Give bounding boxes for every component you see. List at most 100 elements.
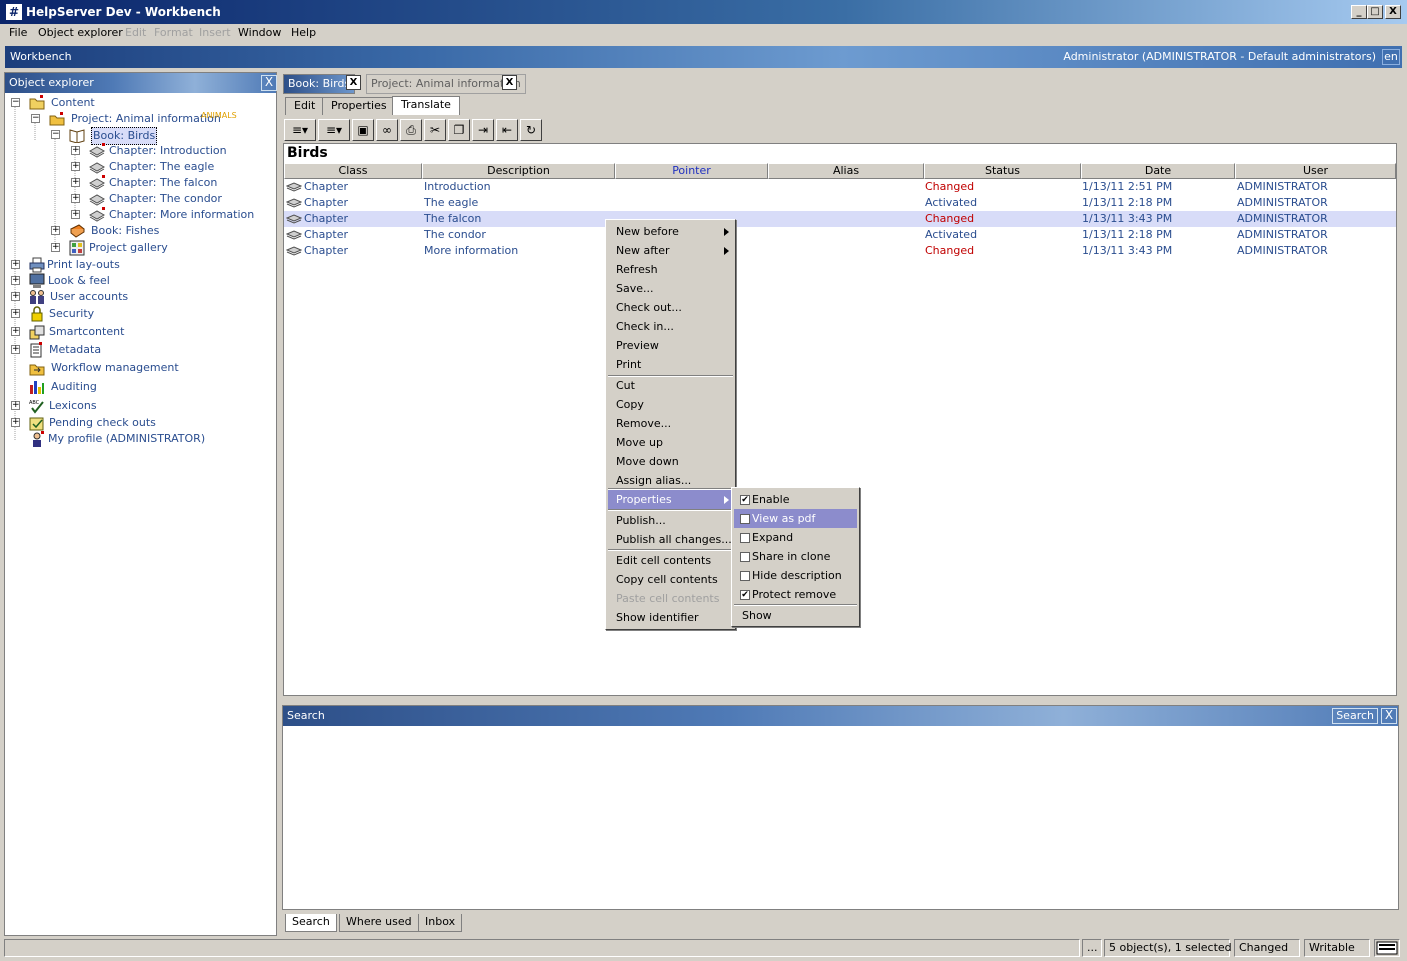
expand-icon[interactable]: + bbox=[11, 418, 20, 427]
submenu-item-expand[interactable]: Expand bbox=[734, 528, 857, 547]
tab-edit[interactable]: Edit bbox=[285, 97, 325, 115]
expand-icon[interactable]: + bbox=[51, 226, 60, 235]
outdent-button[interactable]: ⇤ bbox=[496, 119, 518, 141]
tree-node-project-gallery[interactable]: + Project gallery bbox=[51, 240, 271, 256]
language-button[interactable]: en bbox=[1382, 49, 1400, 65]
menu-item-move-up[interactable]: Move up bbox=[608, 433, 733, 452]
tree-node-workflow-management[interactable]: Workflow management bbox=[11, 360, 271, 376]
menu-item-edit-cell-contents[interactable]: Edit cell contents bbox=[608, 551, 733, 570]
tab-properties[interactable]: Properties bbox=[322, 97, 396, 115]
tree-node-chapter-the-falcon[interactable]: + Chapter: The falcon bbox=[71, 175, 271, 191]
tree-node-chapter-introduction[interactable]: + Chapter: Introduction bbox=[71, 143, 271, 159]
submenu-item-share-in-clone[interactable]: Share in clone bbox=[734, 547, 857, 566]
submenu-item-protect-remove[interactable]: ✔ Protect remove bbox=[734, 585, 857, 604]
menu-item-new-before[interactable]: New before bbox=[608, 222, 733, 241]
close-explorer-button[interactable]: X bbox=[261, 75, 277, 91]
table-row[interactable]: Chapter Introduction Changed 1/13/11 2:5… bbox=[284, 179, 1396, 195]
tree-node-print-layouts[interactable]: + Print lay-outs bbox=[11, 257, 271, 273]
collapse-icon[interactable]: − bbox=[31, 114, 40, 123]
menu-object-explorer[interactable]: Object explorer bbox=[38, 26, 123, 39]
table-row[interactable]: Chapter The eagle Activated 1/13/11 2:18… bbox=[284, 195, 1396, 211]
expand-icon[interactable]: + bbox=[71, 194, 80, 203]
table-row[interactable]: Chapter More information Changed 1/13/11… bbox=[284, 243, 1396, 259]
menu-item-refresh[interactable]: Refresh bbox=[608, 260, 733, 279]
menu-item-copy-cell-contents[interactable]: Copy cell contents bbox=[608, 570, 733, 589]
doc-tab-book-birds[interactable]: Book: Birds bbox=[283, 74, 356, 94]
expand-icon[interactable]: + bbox=[11, 292, 20, 301]
table-row[interactable]: Chapter The condor Activated 1/13/11 2:1… bbox=[284, 227, 1396, 243]
tree-node-chapter-the-eagle[interactable]: + Chapter: The eagle bbox=[71, 159, 271, 175]
tree-node-metadata[interactable]: + Metadata bbox=[11, 342, 271, 358]
menu-item-publish-all-changes[interactable]: Publish all changes... bbox=[608, 530, 733, 549]
close-window-button[interactable]: X bbox=[1385, 5, 1401, 19]
new-dropdown-button[interactable]: ≡▾ bbox=[284, 119, 316, 141]
column-header-user[interactable]: User bbox=[1235, 163, 1396, 179]
menu-window[interactable]: Window bbox=[238, 26, 281, 39]
close-tab-project-button[interactable]: X bbox=[502, 75, 517, 90]
expand-icon[interactable]: + bbox=[71, 146, 80, 155]
close-search-button[interactable]: X bbox=[1381, 708, 1397, 724]
menu-item-cut[interactable]: Cut bbox=[608, 376, 733, 395]
column-header-pointer[interactable]: Pointer bbox=[615, 163, 768, 179]
expand-icon[interactable]: + bbox=[71, 178, 80, 187]
bottom-tab-search[interactable]: Search bbox=[285, 914, 337, 932]
tree-node-book-birds[interactable]: − Book: Birds bbox=[51, 127, 271, 145]
menu-item-preview[interactable]: Preview bbox=[608, 336, 733, 355]
submenu-item-show[interactable]: Show bbox=[734, 606, 857, 625]
menu-item-check-in[interactable]: Check in... bbox=[608, 317, 733, 336]
submenu-item-view-as-pdf[interactable]: View as pdf bbox=[734, 509, 857, 528]
column-header-description[interactable]: Description bbox=[422, 163, 615, 179]
copy-button[interactable]: ❐ bbox=[448, 119, 470, 141]
refresh-button[interactable]: ↻ bbox=[520, 119, 542, 141]
expand-icon[interactable]: + bbox=[51, 243, 60, 252]
submenu-item-hide-description[interactable]: Hide description bbox=[734, 566, 857, 585]
tree-node-security[interactable]: + Security bbox=[11, 306, 271, 322]
menu-item-publish[interactable]: Publish... bbox=[608, 511, 733, 530]
menu-item-show-identifier[interactable]: Show identifier bbox=[608, 608, 733, 627]
column-header-status[interactable]: Status bbox=[924, 163, 1081, 179]
menu-item-save[interactable]: Save... bbox=[608, 279, 733, 298]
menu-item-new-after[interactable]: New after bbox=[608, 241, 733, 260]
menu-help[interactable]: Help bbox=[291, 26, 316, 39]
search-button[interactable]: Search bbox=[1332, 708, 1378, 724]
menu-item-move-down[interactable]: Move down bbox=[608, 452, 733, 471]
menu-item-properties[interactable]: Properties bbox=[608, 490, 733, 509]
cut-button[interactable]: ✂ bbox=[424, 119, 446, 141]
tab-translate[interactable]: Translate bbox=[392, 96, 460, 115]
minimize-button[interactable]: _ bbox=[1351, 5, 1367, 19]
tree-node-lexicons[interactable]: + ABC Lexicons bbox=[11, 398, 271, 414]
tree-node-project-animal-information[interactable]: − Project: Animal information ANIMALS bbox=[31, 111, 271, 127]
column-header-class[interactable]: Class bbox=[284, 163, 422, 179]
tree-node-look-and-feel[interactable]: + Look & feel bbox=[11, 273, 271, 289]
tree-node-smartcontent[interactable]: + Smartcontent bbox=[11, 324, 271, 340]
tree-node-chapter-more-information[interactable]: + Chapter: More information bbox=[71, 207, 271, 223]
tree-node-pending-check-outs[interactable]: + Pending check outs bbox=[11, 415, 271, 431]
expand-icon[interactable]: + bbox=[71, 210, 80, 219]
menu-item-copy[interactable]: Copy bbox=[608, 395, 733, 414]
insert-dropdown-button[interactable]: ≡▾ bbox=[318, 119, 350, 141]
expand-icon[interactable]: + bbox=[71, 162, 80, 171]
save-button[interactable]: ▣ bbox=[352, 119, 374, 141]
close-tab-book-birds-button[interactable]: X bbox=[346, 75, 361, 90]
tree-node-chapter-the-condor[interactable]: + Chapter: The condor bbox=[71, 191, 271, 207]
print-button[interactable]: ⎙ bbox=[400, 119, 422, 141]
expand-icon[interactable]: + bbox=[11, 345, 20, 354]
collapse-icon[interactable]: − bbox=[51, 130, 60, 139]
tree-node-auditing[interactable]: Auditing bbox=[11, 379, 271, 395]
bottom-tab-where-used[interactable]: Where used bbox=[339, 914, 419, 932]
expand-icon[interactable]: + bbox=[11, 260, 20, 269]
expand-icon[interactable]: + bbox=[11, 327, 20, 336]
expand-icon[interactable]: + bbox=[11, 401, 20, 410]
preview-button[interactable]: ∞ bbox=[376, 119, 398, 141]
tree-node-user-accounts[interactable]: + User accounts bbox=[11, 289, 271, 305]
menu-item-print[interactable]: Print bbox=[608, 355, 733, 374]
expand-icon[interactable]: + bbox=[11, 309, 20, 318]
expand-icon[interactable]: + bbox=[11, 276, 20, 285]
column-header-date[interactable]: Date bbox=[1081, 163, 1235, 179]
tree-node-my-profile[interactable]: My profile (ADMINISTRATOR) bbox=[11, 431, 271, 447]
menu-file[interactable]: File bbox=[9, 26, 27, 39]
bottom-tab-inbox[interactable]: Inbox bbox=[418, 914, 463, 932]
menu-item-check-out[interactable]: Check out... bbox=[608, 298, 733, 317]
submenu-item-enable[interactable]: ✔ Enable bbox=[734, 490, 857, 509]
collapse-icon[interactable]: − bbox=[11, 98, 20, 107]
